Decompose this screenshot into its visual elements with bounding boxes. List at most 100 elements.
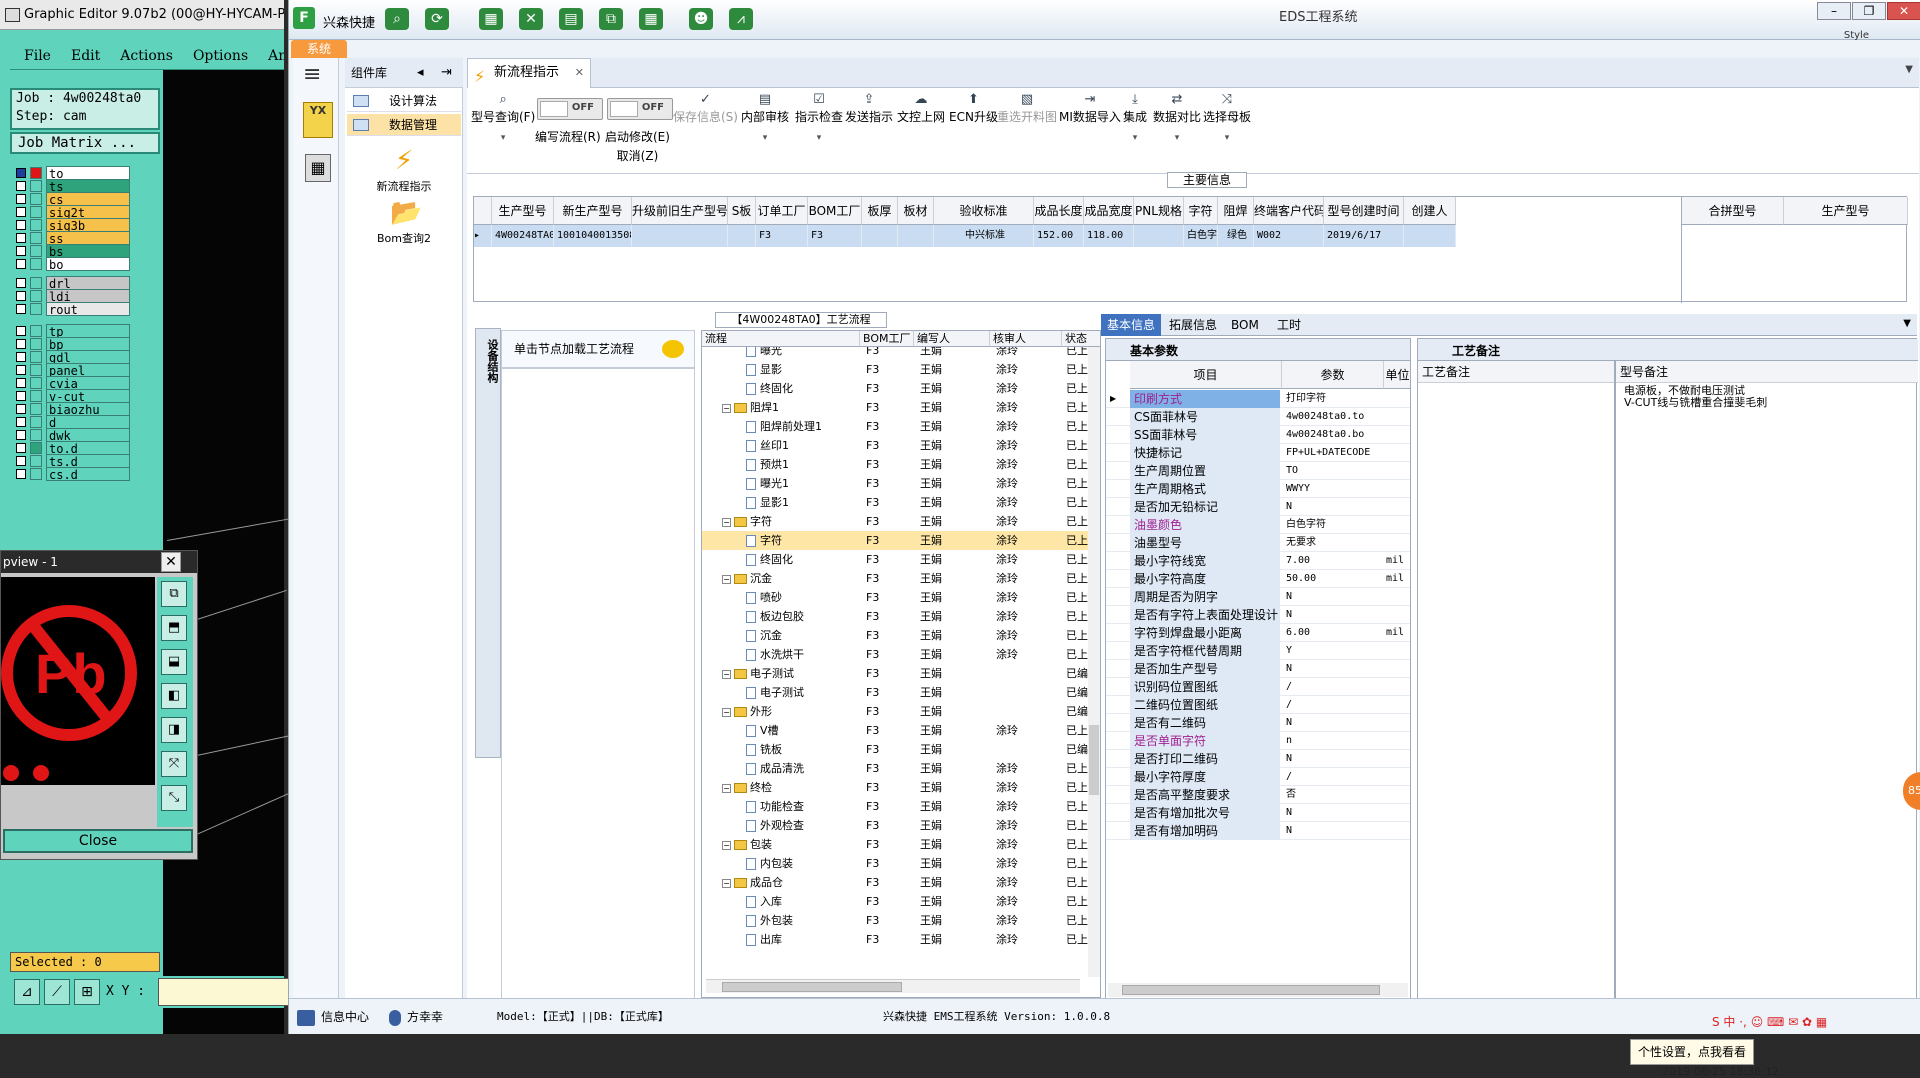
table-cell[interactable]: W002 xyxy=(1254,225,1324,247)
system-tab[interactable]: 系统 xyxy=(291,40,347,58)
layer-checkbox[interactable] xyxy=(16,339,26,349)
chevron-down-icon[interactable]: ▾ xyxy=(1123,133,1147,143)
param-value[interactable]: 6.00 xyxy=(1282,624,1382,642)
param-value[interactable]: n xyxy=(1282,732,1382,750)
param-row[interactable]: 是否有增加批次号 N xyxy=(1106,804,1410,822)
close-button[interactable]: ✕ xyxy=(1887,2,1920,20)
tree-row[interactable]: − 包装 F3 王娟 涂玲 已上网 xyxy=(702,835,1100,854)
chevron-down-icon[interactable]: ▼ xyxy=(1905,64,1913,75)
tree-row[interactable]: 阻焊前处理1 F3 王娟 涂玲 已上网 xyxy=(702,417,1100,436)
close-tab-icon[interactable]: ✕ xyxy=(575,59,584,87)
col-header[interactable]: 合拼型号 xyxy=(1682,197,1784,225)
collapse-toggle-icon[interactable]: − xyxy=(722,878,731,888)
tree-node[interactable]: 出库 xyxy=(746,930,860,949)
layer-checkbox[interactable] xyxy=(16,391,26,401)
pan-right-icon[interactable]: ◨ xyxy=(161,717,187,743)
tree-node[interactable]: − 外形 xyxy=(722,702,860,721)
collapse-toggle-icon[interactable]: − xyxy=(722,669,731,679)
toolbar-button[interactable]: ⤓ 集成 ▾ xyxy=(1123,92,1147,143)
toggle-switch[interactable]: OFF xyxy=(607,98,673,120)
table-cell[interactable]: 4W00248TA0 xyxy=(492,225,554,247)
layer-row[interactable]: rout xyxy=(12,302,132,317)
notes-splitter[interactable] xyxy=(1614,361,1616,1001)
col-header[interactable]: 生产型号 xyxy=(1784,197,1908,225)
tree-node[interactable]: 入库 xyxy=(746,892,860,911)
chevron-down-icon[interactable]: ▾ xyxy=(741,133,789,143)
layer-row[interactable]: bo xyxy=(12,257,132,272)
chevron-down-icon[interactable]: ▾ xyxy=(795,133,843,143)
col-header[interactable]: 流程 xyxy=(702,331,860,347)
param-value[interactable]: 4w00248ta0.bo xyxy=(1282,426,1382,444)
param-value[interactable]: WWYY xyxy=(1282,480,1382,498)
chevron-down-icon[interactable]: ▾ xyxy=(471,133,535,143)
toolbar-button[interactable]: ⇪ 发送指示 xyxy=(845,92,893,125)
tree-node[interactable]: 沉金 xyxy=(746,626,860,645)
job-matrix-button[interactable]: Job Matrix ... xyxy=(10,132,160,154)
param-value[interactable]: N xyxy=(1282,606,1382,624)
tree-vertical-scrollbar[interactable] xyxy=(1088,347,1100,977)
bom-query-button[interactable]: 📂 Bom查询2 xyxy=(345,198,463,246)
tab-basic-info[interactable]: 基本信息 xyxy=(1101,314,1162,336)
tree-row[interactable]: 功能检查 F3 王娟 涂玲 已上网 xyxy=(702,797,1100,816)
collapse-toggle-icon[interactable]: − xyxy=(722,707,731,717)
tree-row[interactable]: − 成品仓 F3 王娟 涂玲 已上网 xyxy=(702,873,1100,892)
menu-analysis[interactable]: Analysi xyxy=(268,48,284,64)
toolbar-button[interactable]: ⤨ 选择母板 ▾ xyxy=(1203,92,1251,143)
col-header[interactable]: 编写人 xyxy=(914,331,990,347)
xy-input[interactable] xyxy=(158,978,294,1006)
toolbar-button[interactable]: ⇥ MI数据导入 xyxy=(1059,92,1121,125)
minimize-button[interactable]: – xyxy=(1817,2,1851,20)
toolbar-button[interactable]: ▤ 内部审核 ▾ xyxy=(741,92,789,143)
collapse-left-icon[interactable]: ◂ xyxy=(417,58,424,88)
tab-new-flow[interactable]: ⚡ 新流程指示 ✕ xyxy=(467,58,591,88)
col-header[interactable]: 板厚 xyxy=(862,197,898,225)
tree-row[interactable]: 字符 F3 王娟 涂玲 已上网 xyxy=(702,531,1100,550)
tree-node[interactable]: 板边包胶 xyxy=(746,607,860,626)
tree-row[interactable]: 显影 F3 王娟 涂玲 已上网 xyxy=(702,360,1100,379)
layer-checkbox[interactable] xyxy=(16,304,26,314)
param-row[interactable]: 识别码位置图纸 / xyxy=(1106,678,1410,696)
tree-node[interactable]: 字符 xyxy=(746,531,860,550)
measure-tool-icon[interactable]: ⟋ xyxy=(44,979,70,1005)
tree-node[interactable]: − 包装 xyxy=(722,835,860,854)
tree-row[interactable]: 成品清洗 F3 王娟 涂玲 已上网 xyxy=(702,759,1100,778)
param-row[interactable]: 是否有二维码 N xyxy=(1106,714,1410,732)
personalize-tip[interactable]: 个性设置，点我看看 xyxy=(1630,1039,1754,1065)
pan-up-icon[interactable]: ⬒ xyxy=(161,615,187,641)
tree-node[interactable]: 成品清洗 xyxy=(746,759,860,778)
tree-row[interactable]: − 终检 F3 王娟 涂玲 已上网 xyxy=(702,778,1100,797)
layer-checkbox[interactable] xyxy=(16,207,26,217)
col-header[interactable]: BOM工厂 xyxy=(808,197,862,225)
tree-node[interactable]: − 阻焊1 xyxy=(722,398,860,417)
layer-checkbox[interactable] xyxy=(16,365,26,375)
tree-node[interactable]: 终固化 xyxy=(746,379,860,398)
collapse-toggle-icon[interactable]: − xyxy=(722,403,731,413)
param-row[interactable]: ▶ 印刷方式 打印字符 xyxy=(1106,390,1410,408)
tree-horizontal-scrollbar[interactable] xyxy=(706,979,1080,993)
param-row[interactable]: 最小字符线宽 7.00 mil xyxy=(1106,552,1410,570)
param-value[interactable]: N xyxy=(1282,822,1382,840)
table-cell[interactable] xyxy=(728,225,756,247)
lib-item-data[interactable]: 数据管理 xyxy=(347,114,461,136)
col-header[interactable]: PNL规格 xyxy=(1134,197,1184,225)
col-header[interactable]: 订单工厂 xyxy=(756,197,808,225)
layer-checkbox[interactable] xyxy=(16,246,26,256)
param-row[interactable]: 是否加生产型号 N xyxy=(1106,660,1410,678)
param-value[interactable]: 7.00 xyxy=(1282,552,1382,570)
zoom-fit-icon[interactable]: ⧉ xyxy=(161,581,187,607)
col-header[interactable]: 核审人 xyxy=(990,331,1062,347)
col-header[interactable]: 终端客户代码 xyxy=(1254,197,1324,225)
side-tab-equipment[interactable]: 设备结构 xyxy=(475,328,501,758)
table-cell[interactable]: 10010400135085 xyxy=(554,225,632,247)
table-cell[interactable] xyxy=(1134,225,1184,247)
chevron-down-icon[interactable]: ▼ xyxy=(1903,318,1911,329)
collapse-toggle-icon[interactable]: − xyxy=(722,517,731,527)
toolbar-button[interactable]: ▧ 重选开料图 xyxy=(997,92,1057,125)
tree-node[interactable]: 水洗烘干 xyxy=(746,645,860,664)
tree-node[interactable]: 电子测试 xyxy=(746,683,860,702)
table-cell[interactable] xyxy=(862,225,898,247)
param-row[interactable]: 最小字符厚度 / xyxy=(1106,768,1410,786)
layer-checkbox[interactable] xyxy=(16,278,26,288)
refresh-icon[interactable]: ⟳ xyxy=(425,8,449,30)
topview-canvas[interactable]: Pb xyxy=(1,577,155,785)
